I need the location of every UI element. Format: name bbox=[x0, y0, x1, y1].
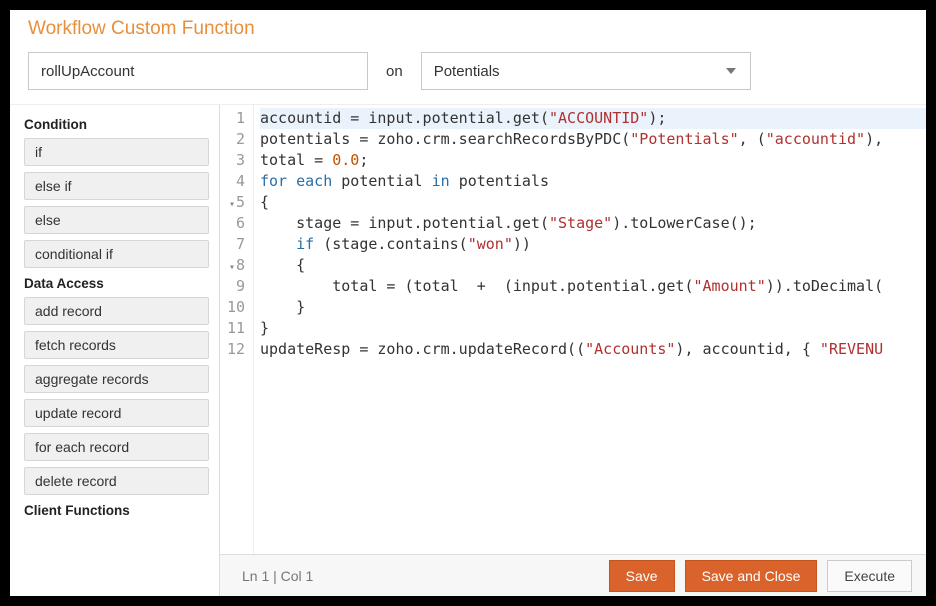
line-number: ▾8 bbox=[226, 255, 245, 276]
code-line[interactable]: for each potential in potentials bbox=[260, 171, 926, 192]
line-number: 10 bbox=[226, 297, 245, 318]
sidebar-item[interactable]: fetch records bbox=[24, 331, 209, 359]
line-number: 2 bbox=[226, 129, 245, 150]
save-and-close-button[interactable]: Save and Close bbox=[685, 560, 818, 592]
code-line[interactable]: { bbox=[260, 255, 926, 276]
sidebar-item[interactable]: conditional if bbox=[24, 240, 209, 268]
function-name-input[interactable] bbox=[28, 52, 368, 90]
code-line[interactable]: if (stage.contains("won")) bbox=[260, 234, 926, 255]
code-line[interactable]: accountid = input.potential.get("ACCOUNT… bbox=[260, 108, 926, 129]
line-number: 12 bbox=[226, 339, 245, 360]
editor-code[interactable]: accountid = input.potential.get("ACCOUNT… bbox=[254, 105, 926, 554]
line-number: 6 bbox=[226, 213, 245, 234]
code-line[interactable]: { bbox=[260, 192, 926, 213]
line-number: 3 bbox=[226, 150, 245, 171]
code-line[interactable]: } bbox=[260, 318, 926, 339]
chevron-down-icon bbox=[726, 68, 736, 74]
save-button[interactable]: Save bbox=[609, 560, 675, 592]
module-select-value: Potentials bbox=[434, 63, 500, 80]
sidebar-item[interactable]: if bbox=[24, 138, 209, 166]
sidebar-group-title: Condition bbox=[24, 117, 209, 132]
sidebar-group-title: Data Access bbox=[24, 276, 209, 291]
line-number: 7 bbox=[226, 234, 245, 255]
line-number: 4 bbox=[226, 171, 245, 192]
cursor-position: Ln 1 | Col 1 bbox=[242, 568, 313, 584]
main-area: Condition if else if else conditional if Data… bbox=[10, 104, 926, 596]
header-row: on Potentials bbox=[10, 42, 926, 104]
module-select[interactable]: Potentials bbox=[421, 52, 751, 90]
sidebar-item[interactable]: for each record bbox=[24, 433, 209, 461]
code-line[interactable]: total = (total + (input.potential.get("A… bbox=[260, 276, 926, 297]
sidebar-item[interactable]: add record bbox=[24, 297, 209, 325]
line-number: 1 bbox=[226, 108, 245, 129]
page-title: Workflow Custom Function bbox=[10, 10, 926, 42]
editor-gutter: 1234▾567▾89101112 bbox=[220, 105, 254, 554]
sidebar-item[interactable]: else if bbox=[24, 172, 209, 200]
code-line[interactable]: potentials = zoho.crm.searchRecordsByPDC… bbox=[260, 129, 926, 150]
sidebar-item[interactable]: else bbox=[24, 206, 209, 234]
execute-button[interactable]: Execute bbox=[827, 560, 912, 592]
code-line[interactable]: updateResp = zoho.crm.updateRecord(("Acc… bbox=[260, 339, 926, 360]
on-label: on bbox=[386, 63, 403, 80]
sidebar-item[interactable]: aggregate records bbox=[24, 365, 209, 393]
action-buttons: Save Save and Close Execute bbox=[609, 560, 912, 592]
workflow-editor-window: Workflow Custom Function on Potentials C… bbox=[10, 10, 926, 596]
sidebar-group-title: Client Functions bbox=[24, 503, 209, 518]
sidebar: Condition if else if else conditional if Data… bbox=[10, 105, 220, 596]
code-editor[interactable]: 1234▾567▾89101112 accountid = input.pote… bbox=[220, 105, 926, 554]
code-line[interactable]: total = 0.0; bbox=[260, 150, 926, 171]
line-number: 11 bbox=[226, 318, 245, 339]
code-line[interactable]: stage = input.potential.get("Stage").toL… bbox=[260, 213, 926, 234]
status-bar: Ln 1 | Col 1 Save Save and Close Execute bbox=[220, 554, 926, 596]
line-number: ▾5 bbox=[226, 192, 245, 213]
sidebar-item[interactable]: update record bbox=[24, 399, 209, 427]
editor-pane: 1234▾567▾89101112 accountid = input.pote… bbox=[220, 105, 926, 596]
line-number: 9 bbox=[226, 276, 245, 297]
sidebar-item[interactable]: delete record bbox=[24, 467, 209, 495]
code-line[interactable]: } bbox=[260, 297, 926, 318]
